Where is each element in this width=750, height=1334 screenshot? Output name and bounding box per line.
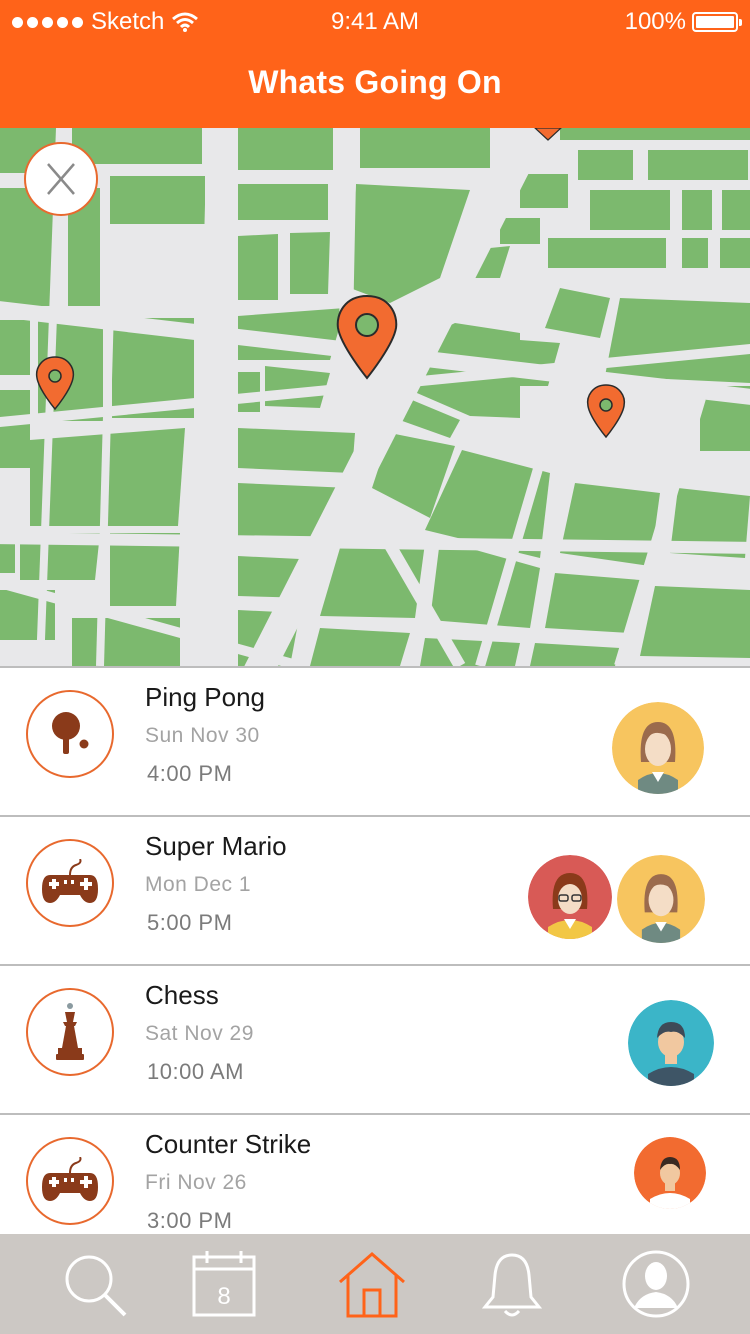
- event-date: Mon Dec 1: [145, 873, 252, 896]
- event-time: 10:00 AM: [147, 1059, 244, 1084]
- close-map-button[interactable]: [24, 142, 98, 216]
- calendar-day: 8: [217, 1283, 230, 1310]
- page-title: Whats Going On: [248, 64, 502, 100]
- attendee-avatar[interactable]: [628, 1000, 714, 1086]
- male-avatar-icon: [634, 1137, 706, 1209]
- map-pin[interactable]: [586, 384, 626, 439]
- app-header: Sketch 9:41 AM 100% Whats Going On: [0, 0, 750, 128]
- attendee-avatar[interactable]: [617, 855, 705, 943]
- event-time: 5:00 PM: [147, 910, 233, 935]
- event-icon-circle: [26, 988, 114, 1076]
- event-row-super-mario[interactable]: Super Mario Mon Dec 1 5:00 PM: [0, 815, 750, 964]
- event-name: Counter Strike: [145, 1129, 312, 1159]
- female-avatar-icon: [617, 855, 705, 943]
- attendee-avatar[interactable]: [528, 855, 612, 939]
- event-date: Sat Nov 29: [145, 1022, 254, 1045]
- close-icon: [47, 163, 75, 195]
- event-row-counter-strike[interactable]: Counter Strike Fri Nov 26 3:00 PM: [0, 1113, 750, 1234]
- attendee-avatar[interactable]: [612, 702, 704, 794]
- female-avatar-icon: [528, 855, 612, 939]
- map-view[interactable]: [0, 128, 750, 666]
- chess-king-icon: [56, 1003, 84, 1060]
- battery-percent: 100%: [624, 8, 686, 35]
- battery-icon: [692, 12, 742, 32]
- event-row-ping-pong[interactable]: Ping Pong Sun Nov 30 4:00 PM: [0, 666, 750, 815]
- tab-notifications[interactable]: [472, 1244, 552, 1324]
- search-icon: [65, 1255, 127, 1317]
- event-name: Ping Pong: [145, 682, 265, 712]
- tab-bar: 8: [0, 1234, 750, 1334]
- female-avatar-icon: [612, 702, 704, 794]
- tab-calendar[interactable]: 8: [184, 1244, 264, 1324]
- home-icon: [339, 1252, 405, 1318]
- gamepad-icon: [42, 1157, 98, 1201]
- event-date: Sun Nov 30: [145, 724, 260, 747]
- event-name: Super Mario: [145, 831, 287, 861]
- event-icon-circle: [26, 839, 114, 927]
- event-icon-circle: [26, 1137, 114, 1225]
- ping-pong-paddle-icon: [52, 712, 89, 754]
- tab-search[interactable]: [54, 1244, 134, 1324]
- profile-icon: [622, 1250, 690, 1318]
- tab-home[interactable]: [332, 1244, 412, 1324]
- gamepad-icon: [42, 859, 98, 903]
- event-time: 4:00 PM: [147, 761, 233, 786]
- male-avatar-icon: [628, 1000, 714, 1086]
- street-map: [0, 128, 750, 666]
- attendee-avatar[interactable]: [634, 1137, 706, 1209]
- event-name: Chess: [145, 980, 219, 1010]
- bell-icon: [481, 1253, 543, 1317]
- tab-profile[interactable]: [616, 1244, 696, 1324]
- event-time: 3:00 PM: [147, 1208, 233, 1233]
- event-date: Fri Nov 26: [145, 1171, 247, 1194]
- event-list: Ping Pong Sun Nov 30 4:00 PM Super Mario…: [0, 666, 750, 1234]
- event-row-chess[interactable]: Chess Sat Nov 29 10:00 AM: [0, 964, 750, 1113]
- status-bar: Sketch 9:41 AM 100%: [0, 0, 750, 44]
- calendar-icon: 8: [192, 1251, 256, 1317]
- event-icon-circle: [26, 690, 114, 778]
